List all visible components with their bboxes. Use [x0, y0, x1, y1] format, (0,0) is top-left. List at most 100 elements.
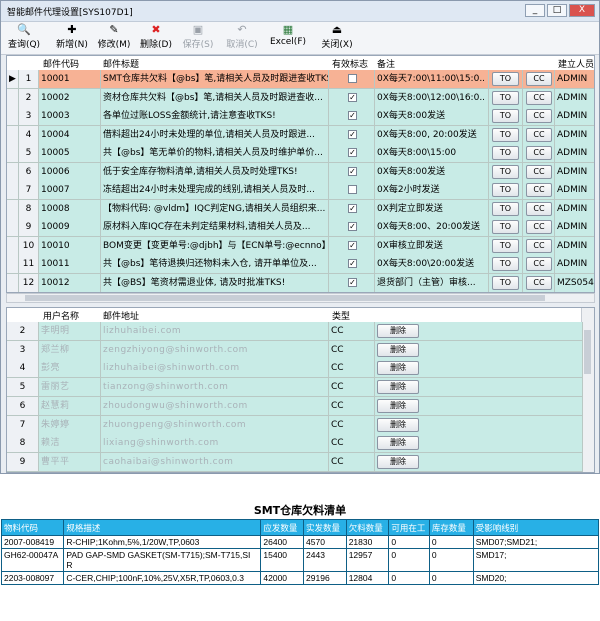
cc-button[interactable]: CC: [526, 275, 552, 290]
user-row[interactable]: 8 赖洁 lixiang@shinworth.com CC 删除: [7, 434, 583, 454]
valid-checkbox[interactable]: ✓: [348, 277, 357, 287]
to-button[interactable]: TO: [492, 183, 519, 197]
report-cell: 26400: [260, 535, 305, 549]
cc-button[interactable]: CC: [526, 72, 552, 86]
mail-row[interactable]: 5 10005 共【@bs】笔无单价的物料,请相关人员及时维护单价... ✓ 0X每天8…: [7, 144, 594, 163]
mail-row[interactable]: ▶ 1 10001 SMT仓库共欠料【@bs】笔,请相关人员及时跟进查收TKS! 0X每…: [7, 70, 594, 89]
toolbar-label: 取消(C): [226, 40, 258, 50]
cc-button[interactable]: CC: [526, 238, 552, 253]
toolbar-button-6[interactable]: ▦ Excel(F): [267, 23, 309, 53]
user-row[interactable]: 7 朱婷婷 zhuongpeng@shinworth.com CC 删除: [7, 415, 583, 435]
toolbar-button-7[interactable]: ⏏ 关闭(X): [315, 23, 359, 53]
col-type[interactable]: 类型: [332, 309, 350, 322]
mail-row[interactable]: 9 10009 原材料入库IQC存在未判定结果材料,请相关人员及... ✓ 0X每天8:…: [7, 218, 594, 237]
cc-button[interactable]: CC: [526, 183, 552, 197]
row-number: 2: [19, 88, 39, 107]
mail-row[interactable]: 8 10008 【物料代码: @vldm】IQC判定NG,请相关人员组织来... ✓ 0…: [7, 199, 594, 219]
delete-user-button[interactable]: 删除: [377, 342, 419, 357]
delete-user-button[interactable]: 删除: [377, 361, 419, 376]
row-indicator: [7, 125, 19, 144]
user-row[interactable]: 4 彭亮 lizhuhaibei@shinworth.com CC 删除: [7, 359, 583, 379]
mail-row[interactable]: 7 10007 冻结超出24小时未处理完成的线别,请相关人员及时... 0X每2小时发…: [7, 181, 594, 200]
maximize-button[interactable]: □: [547, 4, 567, 17]
mail-note: 0X每天8:00发送: [375, 162, 489, 181]
horizontal-scrollbar[interactable]: [6, 293, 595, 303]
col-user-name[interactable]: 用户名称: [43, 309, 79, 322]
close-window-button[interactable]: X: [569, 4, 595, 17]
minimize-button[interactable]: _: [525, 4, 545, 17]
valid-checkbox[interactable]: [348, 185, 357, 194]
scroll-thumb[interactable]: [25, 295, 545, 301]
user-row[interactable]: 9 曹平平 caohaibai@shinworth.com CC 删除: [7, 452, 583, 472]
mail-row[interactable]: 12 10012 共【@BS】笔资材需退业体, 请及时批准TKS! ✓ 退货部门（主管）…: [7, 273, 594, 292]
row-number: 5: [19, 144, 39, 162]
to-button[interactable]: TO: [492, 220, 519, 234]
valid-checkbox[interactable]: ✓: [348, 92, 357, 102]
toolbar-button-0[interactable]: 🔍 查询(Q): [5, 23, 43, 53]
valid-flag: ✓: [329, 236, 375, 255]
delete-user-button[interactable]: 删除: [377, 324, 419, 338]
toolbar-button-1[interactable]: ✚ 新增(N): [50, 23, 94, 53]
cc-button[interactable]: CC: [526, 164, 552, 179]
to-button[interactable]: TO: [492, 201, 519, 216]
mail-code: 10006: [39, 162, 101, 181]
valid-checkbox[interactable]: ✓: [348, 129, 357, 139]
to-button[interactable]: TO: [492, 109, 519, 123]
user-row[interactable]: 6 赵慧莉 zhoudongwu@shinworth.com CC 删除: [7, 396, 583, 416]
valid-checkbox[interactable]: ✓: [348, 222, 357, 231]
toolbar-button-3[interactable]: ✖ 删除(D): [135, 23, 177, 53]
to-button[interactable]: TO: [492, 238, 519, 253]
col-mail-title[interactable]: 邮件标题: [103, 57, 139, 70]
toolbar-button-5[interactable]: ↶ 取消(C): [220, 23, 264, 53]
cc-button[interactable]: CC: [526, 127, 552, 142]
cc-button[interactable]: CC: [526, 90, 552, 105]
col-mail-code[interactable]: 邮件代码: [43, 57, 79, 70]
mail-row[interactable]: 6 10006 低于安全库存物料清单,请相关人员及时处理TKS! ✓ 0X每天8:00发…: [7, 162, 594, 182]
valid-checkbox[interactable]: ✓: [348, 111, 357, 120]
mail-row[interactable]: 2 10002 资材仓库共欠料【@bs】笔,请相关人员及时跟进查收... ✓ 0X每天8…: [7, 88, 594, 108]
cc-button[interactable]: CC: [526, 201, 552, 216]
mail-creator: ADMIN: [555, 181, 594, 199]
to-button[interactable]: TO: [492, 90, 519, 105]
mail-row[interactable]: 10 10010 BOM变更【变更单号:@djbh】与【ECN单号:@ecnno】,…: [7, 236, 594, 256]
delete-user-button[interactable]: 删除: [377, 417, 419, 432]
valid-checkbox[interactable]: ✓: [348, 148, 357, 157]
col-valid-flag[interactable]: 有效标志: [332, 57, 368, 70]
valid-checkbox[interactable]: [348, 74, 357, 83]
toolbar-button-4[interactable]: ▣ 保存(S): [177, 23, 219, 53]
cc-button[interactable]: CC: [526, 109, 552, 123]
cc-button[interactable]: CC: [526, 146, 552, 160]
to-cell: TO: [489, 144, 523, 162]
user-row[interactable]: 2 李明明 lizhuhaibei.com CC 删除: [7, 322, 583, 341]
mail-row[interactable]: 4 10004 借料超出24小时未处理的单位,请相关人员及时跟进... ✓ 0X每天8:…: [7, 125, 594, 145]
to-button[interactable]: TO: [492, 275, 519, 290]
valid-checkbox[interactable]: ✓: [348, 203, 357, 213]
delete-user-button[interactable]: 删除: [377, 454, 419, 469]
mail-title: BOM变更【变更单号:@djbh】与【ECN单号:@ecnno】,...: [101, 236, 329, 255]
col-creator[interactable]: 建立人员: [558, 57, 594, 70]
to-button[interactable]: TO: [492, 164, 519, 179]
vscroll-thumb[interactable]: [584, 330, 591, 374]
cc-button[interactable]: CC: [526, 220, 552, 234]
to-button[interactable]: TO: [492, 127, 519, 142]
user-row[interactable]: 5 雷丽艺 tianzong@shinworth.com CC 删除: [7, 378, 583, 398]
mail-row[interactable]: 11 10011 共【@bs】笔待退换归还物料未入仓, 请开单单位及... ✓ 0X每天…: [7, 255, 594, 274]
mail-row[interactable]: 3 10003 各单位过账LOSS金额统计,请注意查收TKS! ✓ 0X每天8:00发送…: [7, 107, 594, 126]
toolbar-button-2[interactable]: ✎ 修改(M): [93, 23, 135, 53]
delete-user-button[interactable]: 删除: [377, 380, 419, 395]
valid-checkbox[interactable]: ✓: [348, 240, 357, 250]
valid-checkbox[interactable]: ✓: [348, 166, 357, 176]
to-button[interactable]: TO: [492, 72, 519, 86]
col-note[interactable]: 备注: [377, 57, 395, 70]
col-email[interactable]: 邮件地址: [103, 309, 139, 322]
report-cell: 12957: [345, 548, 390, 572]
new-icon: ✚: [67, 23, 77, 36]
to-button[interactable]: TO: [492, 146, 519, 160]
report-row: GH62-00047A PAD GAP-SMD GASKET(SM-T715);S…: [0, 548, 600, 572]
delete-user-button[interactable]: 删除: [377, 398, 419, 413]
delete-user-button[interactable]: 删除: [377, 436, 419, 451]
to-button[interactable]: TO: [492, 257, 519, 271]
valid-checkbox[interactable]: ✓: [348, 259, 357, 268]
user-row[interactable]: 3 郑兰柳 zengzhiyong@shinworth.com CC 删除: [7, 340, 583, 360]
cc-button[interactable]: CC: [526, 257, 552, 271]
